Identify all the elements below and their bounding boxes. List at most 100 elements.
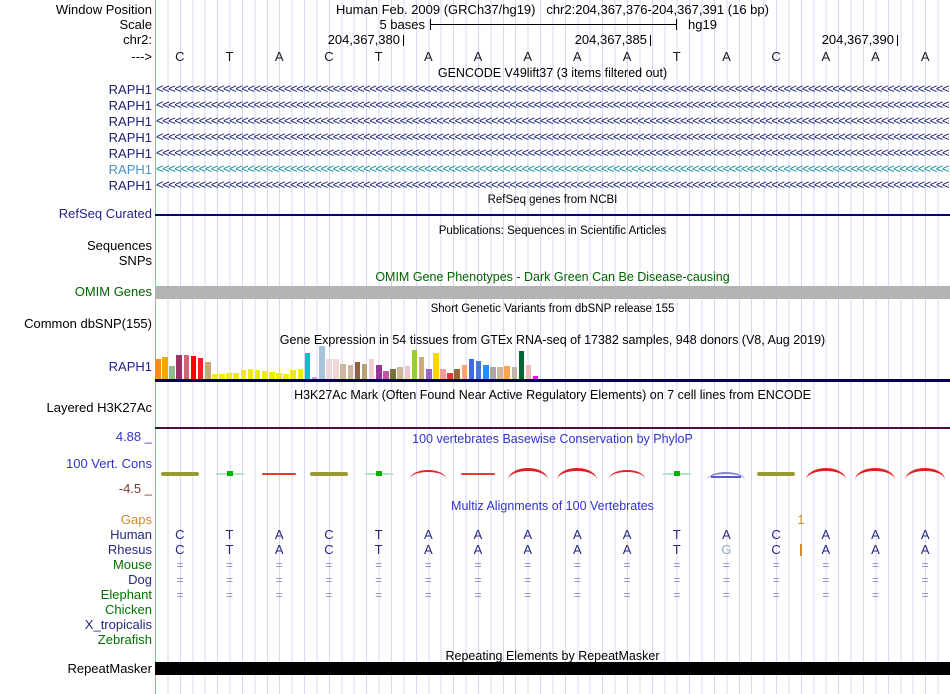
gtex-tissue-bar[interactable] xyxy=(269,372,275,379)
omim-genes-label[interactable]: OMIM Genes xyxy=(0,285,152,299)
repeatmasker-label[interactable]: RepeatMasker xyxy=(0,662,152,676)
transcript-row[interactable]: RAPH1 <<<<<<<<<<<<<<<<<<<<<<<<<<<<<<<<<<<… xyxy=(0,178,950,193)
gtex-gene-label[interactable]: RAPH1 xyxy=(0,360,152,374)
gtex-tissue-bar[interactable] xyxy=(205,362,211,379)
transcript-arrows[interactable]: <<<<<<<<<<<<<<<<<<<<<<<<<<<<<<<<<<<<<<<<… xyxy=(156,146,949,161)
species-label-human[interactable]: Human xyxy=(0,528,152,542)
common-dbsnp-label[interactable]: Common dbSNP(155) xyxy=(0,317,152,331)
align-cell: = xyxy=(524,588,531,602)
cons-wiggle[interactable] xyxy=(155,464,950,480)
gtex-tissue-bar[interactable] xyxy=(162,357,168,379)
gtex-tissue-bar[interactable] xyxy=(405,366,411,379)
align-cell: A xyxy=(921,543,930,557)
transcript-arrows[interactable]: <<<<<<<<<<<<<<<<<<<<<<<<<<<<<<<<<<<<<<<<… xyxy=(156,82,949,97)
gtex-tissue-bar[interactable] xyxy=(362,364,368,379)
transcript-label[interactable]: RAPH1 xyxy=(0,82,152,97)
gtex-tissue-bar[interactable] xyxy=(454,369,460,379)
gtex-tissue-bar[interactable] xyxy=(184,355,190,379)
gtex-tissue-bar[interactable] xyxy=(305,353,311,379)
gtex-tissue-bar[interactable] xyxy=(490,367,496,379)
gtex-tissue-bar[interactable] xyxy=(476,361,482,379)
species-label-zebrafish[interactable]: Zebrafish xyxy=(0,633,152,647)
sequences-label[interactable]: Sequences xyxy=(0,239,152,253)
align-cell: = xyxy=(474,558,481,572)
h3k27ac-track-title: H3K27Ac Mark (Often Found Near Active Re… xyxy=(155,388,950,402)
align-cell: = xyxy=(822,588,829,602)
transcript-row[interactable]: RAPH1 <<<<<<<<<<<<<<<<<<<<<<<<<<<<<<<<<<<… xyxy=(0,114,950,129)
gtex-tissue-bar[interactable] xyxy=(504,366,510,379)
gtex-tissue-bar[interactable] xyxy=(412,350,418,379)
gtex-tissue-bar[interactable] xyxy=(426,369,432,379)
gtex-tissue-bar[interactable] xyxy=(469,359,475,379)
gtex-tissue-bar[interactable] xyxy=(262,371,268,379)
layered-h3k27ac-label[interactable]: Layered H3K27Ac xyxy=(0,401,152,415)
transcript-row[interactable]: RAPH1 <<<<<<<<<<<<<<<<<<<<<<<<<<<<<<<<<<<… xyxy=(0,98,950,113)
base-letter: A xyxy=(573,50,582,64)
species-label-gaps[interactable]: Gaps xyxy=(0,513,152,527)
gtex-tissue-bar[interactable] xyxy=(348,365,354,379)
gtex-tissue-bar[interactable] xyxy=(319,346,325,379)
transcript-arrows[interactable]: <<<<<<<<<<<<<<<<<<<<<<<<<<<<<<<<<<<<<<<<… xyxy=(156,114,949,129)
gtex-tissue-bar[interactable] xyxy=(169,366,175,379)
gtex-tissue-bar[interactable] xyxy=(390,369,396,379)
transcript-arrows[interactable]: <<<<<<<<<<<<<<<<<<<<<<<<<<<<<<<<<<<<<<<<… xyxy=(156,130,949,145)
transcript-row[interactable]: RAPH1 <<<<<<<<<<<<<<<<<<<<<<<<<<<<<<<<<<<… xyxy=(0,146,950,161)
gtex-tissue-bar[interactable] xyxy=(340,364,346,379)
gtex-tissue-bar[interactable] xyxy=(191,356,197,379)
transcript-label[interactable]: RAPH1 xyxy=(0,146,152,161)
gap-insert-count: 1 xyxy=(797,513,804,527)
repeatmasker-element-bar[interactable] xyxy=(155,662,950,675)
gtex-tissue-bar[interactable] xyxy=(512,367,518,379)
gtex-tissue-bar[interactable] xyxy=(298,369,304,379)
transcript-row[interactable]: RAPH1 <<<<<<<<<<<<<<<<<<<<<<<<<<<<<<<<<<<… xyxy=(0,130,950,145)
transcript-row[interactable]: RAPH1 <<<<<<<<<<<<<<<<<<<<<<<<<<<<<<<<<<<… xyxy=(0,82,950,97)
transcript-label[interactable]: RAPH1 xyxy=(0,178,152,193)
transcript-label[interactable]: RAPH1 xyxy=(0,98,152,113)
snps-label[interactable]: SNPs xyxy=(0,254,152,268)
gtex-tissue-bar[interactable] xyxy=(397,367,403,379)
gtex-tissue-bar[interactable] xyxy=(526,365,532,379)
gtex-tissue-bar[interactable] xyxy=(155,359,161,379)
gtex-tissue-bar[interactable] xyxy=(241,370,247,379)
gtex-tissue-bar[interactable] xyxy=(440,369,446,379)
gtex-tissue-bar[interactable] xyxy=(519,351,525,379)
gtex-tissue-bar[interactable] xyxy=(376,365,382,379)
gtex-expression-bars[interactable] xyxy=(155,345,950,379)
gtex-tissue-bar[interactable] xyxy=(433,353,439,379)
gtex-tissue-bar[interactable] xyxy=(483,365,489,379)
cons-track-label[interactable]: 100 Vert. Cons xyxy=(0,457,152,471)
gtex-tissue-bar[interactable] xyxy=(462,365,468,379)
species-label-rhesus[interactable]: Rhesus xyxy=(0,543,152,557)
species-label-chicken[interactable]: Chicken xyxy=(0,603,152,617)
species-label-dog[interactable]: Dog xyxy=(0,573,152,587)
species-label-elephant[interactable]: Elephant xyxy=(0,588,152,602)
gtex-tissue-bar[interactable] xyxy=(198,358,204,379)
refseq-curated-label[interactable]: RefSeq Curated xyxy=(0,207,152,221)
transcript-label[interactable]: RAPH1 xyxy=(0,114,152,129)
gtex-tissue-bar[interactable] xyxy=(255,370,261,379)
species-label-mouse[interactable]: Mouse xyxy=(0,558,152,572)
transcript-label[interactable]: RAPH1 xyxy=(0,130,152,145)
transcript-arrows[interactable]: <<<<<<<<<<<<<<<<<<<<<<<<<<<<<<<<<<<<<<<<… xyxy=(156,178,949,193)
align-cell: = xyxy=(922,573,929,587)
gtex-tissue-bar[interactable] xyxy=(176,355,182,379)
gtex-tissue-bar[interactable] xyxy=(333,359,339,379)
align-cell: T xyxy=(375,543,383,557)
gtex-tissue-bar[interactable] xyxy=(326,359,332,379)
refseq-gene-line[interactable] xyxy=(155,214,950,216)
transcript-arrows[interactable]: <<<<<<<<<<<<<<<<<<<<<<<<<<<<<<<<<<<<<<<<… xyxy=(156,98,949,113)
transcript-row[interactable]: RAPH1 <<<<<<<<<<<<<<<<<<<<<<<<<<<<<<<<<<<… xyxy=(0,162,950,177)
transcript-arrows[interactable]: <<<<<<<<<<<<<<<<<<<<<<<<<<<<<<<<<<<<<<<<… xyxy=(156,162,949,177)
gtex-tissue-bar[interactable] xyxy=(383,371,389,379)
gtex-tissue-bar[interactable] xyxy=(419,357,425,379)
align-cell: = xyxy=(425,558,432,572)
omim-gene-bar[interactable] xyxy=(155,286,950,299)
gtex-tissue-bar[interactable] xyxy=(369,359,375,379)
gtex-tissue-bar[interactable] xyxy=(290,370,296,379)
gtex-tissue-bar[interactable] xyxy=(497,367,503,379)
align-cell: = xyxy=(176,558,183,572)
gtex-tissue-bar[interactable] xyxy=(248,369,254,379)
species-label-x_tropicalis[interactable]: X_tropicalis xyxy=(0,618,152,632)
gtex-tissue-bar[interactable] xyxy=(355,362,361,379)
transcript-label[interactable]: RAPH1 xyxy=(0,162,152,177)
